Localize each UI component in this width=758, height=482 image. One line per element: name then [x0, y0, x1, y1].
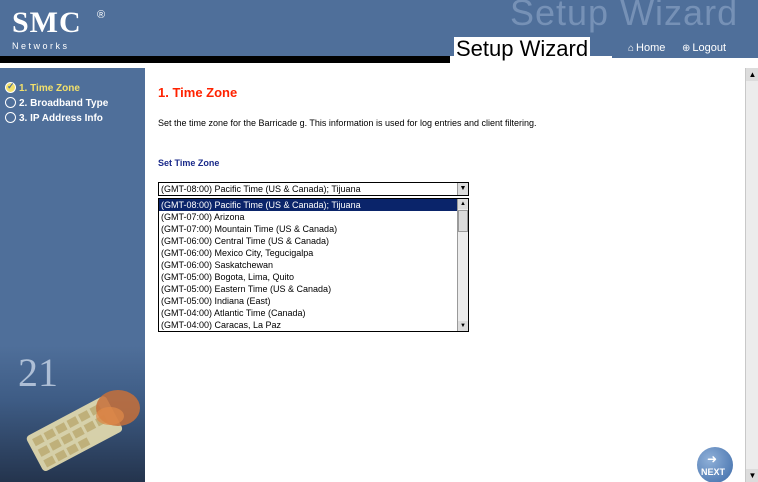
- svg-text:21: 21: [18, 350, 58, 395]
- sidebar-step-time-zone[interactable]: 1. Time Zone: [5, 81, 80, 96]
- next-button-label: NEXT: [701, 467, 726, 477]
- dropdown-scrollbar[interactable]: ▲ ▼: [457, 199, 468, 331]
- section-heading: 1. Time Zone: [158, 85, 238, 100]
- sidebar-step-label: 1. Time Zone: [19, 83, 80, 94]
- smc-logo: SMC ® Networks: [9, 6, 144, 52]
- dropdown-option[interactable]: (GMT-06:00) Saskatchewan: [159, 259, 457, 271]
- dropdown-option[interactable]: (GMT-05:00) Bogota, Lima, Quito: [159, 271, 457, 283]
- logout-icon: ⊕: [682, 43, 691, 54]
- sidebar: 1. Time Zone 2. Broadband Type 3. IP Add…: [0, 68, 145, 482]
- dropdown-option[interactable]: (GMT-05:00) Eastern Time (US & Canada): [159, 283, 457, 295]
- main-content: 1. Time Zone Set the time zone for the B…: [145, 68, 745, 482]
- dropdown-option[interactable]: (GMT-07:00) Mountain Time (US & Canada): [159, 223, 457, 235]
- sidebar-decorative-image: 21: [0, 346, 145, 482]
- dropdown-option[interactable]: (GMT-05:00) Indiana (East): [159, 295, 457, 307]
- page-scrollbar[interactable]: ▲ ▼: [745, 68, 758, 482]
- next-button[interactable]: ➜ NEXT: [697, 447, 733, 482]
- radio-circle-icon: [5, 112, 16, 123]
- time-zone-select[interactable]: (GMT-08:00) Pacific Time (US & Canada); …: [158, 182, 469, 196]
- sidebar-step-label: 2. Broadband Type: [19, 98, 109, 109]
- logout-label: Logout: [692, 42, 727, 54]
- set-time-zone-label: Set Time Zone: [158, 158, 220, 168]
- header-nav: ⌂ Home ⊕ Logout: [612, 38, 758, 58]
- dropdown-option[interactable]: (GMT-04:00) Caracas, La Paz: [159, 319, 457, 331]
- time-zone-dropdown-list[interactable]: (GMT-08:00) Pacific Time (US & Canada); …: [158, 198, 469, 332]
- dropdown-option[interactable]: (GMT-06:00) Mexico City, Tegucigalpa: [159, 247, 457, 259]
- header-watermark: Setup Wizard: [510, 0, 739, 33]
- chevron-down-icon[interactable]: ▼: [457, 183, 468, 195]
- sidebar-step-broadband-type[interactable]: 2. Broadband Type: [5, 97, 108, 111]
- checkmark-icon: [5, 81, 16, 93]
- radio-circle-icon: [5, 97, 16, 108]
- home-icon: ⌂: [628, 43, 635, 54]
- sidebar-step-label: 3. IP Address Info: [19, 113, 103, 124]
- logo-subtitle: Networks: [12, 41, 70, 51]
- scroll-down-icon[interactable]: ▼: [746, 469, 758, 482]
- arrow-right-icon: ➜: [707, 452, 718, 466]
- select-value: (GMT-08:00) Pacific Time (US & Canada); …: [161, 184, 361, 194]
- logo-text: SMC: [12, 6, 82, 39]
- scrollbar-thumb[interactable]: [458, 210, 468, 232]
- scroll-up-icon[interactable]: ▲: [458, 199, 468, 209]
- keyboard-hand-illustration: 21: [18, 350, 140, 472]
- dropdown-option[interactable]: (GMT-04:00) Atlantic Time (Canada): [159, 307, 457, 319]
- logout-link[interactable]: ⊕ Logout: [682, 42, 726, 54]
- home-link[interactable]: ⌂ Home: [628, 42, 665, 54]
- logo-registered-mark: ®: [97, 9, 106, 21]
- scroll-up-icon[interactable]: ▲: [746, 68, 758, 81]
- dropdown-option[interactable]: (GMT-08:00) Pacific Time (US & Canada); …: [159, 199, 457, 211]
- home-label: Home: [636, 42, 666, 54]
- header: Setup Wizard SMC ® Networks Setup Wizard…: [0, 0, 758, 68]
- page-title: Setup Wizard: [454, 36, 591, 61]
- description-text: Set the time zone for the Barricade g. T…: [158, 118, 537, 128]
- dropdown-option[interactable]: (GMT-07:00) Arizona: [159, 211, 457, 223]
- header-divider: [0, 56, 450, 63]
- scroll-down-icon[interactable]: ▼: [458, 321, 468, 331]
- dropdown-option[interactable]: (GMT-06:00) Central Time (US & Canada): [159, 235, 457, 247]
- sidebar-step-ip-address-info[interactable]: 3. IP Address Info: [5, 112, 103, 126]
